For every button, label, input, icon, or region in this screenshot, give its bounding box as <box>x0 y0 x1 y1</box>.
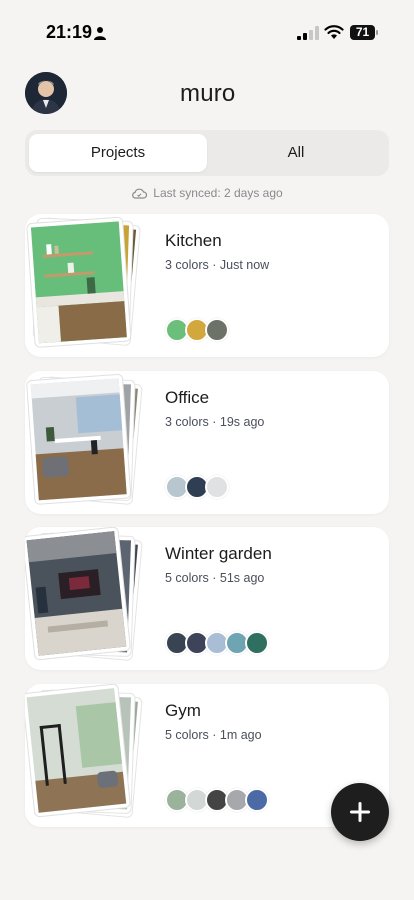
project-meta: 5 colors · 1m ago <box>165 728 262 742</box>
project-name: Gym <box>165 701 201 720</box>
project-card-kitchen[interactable]: Kitchen 3 colors · Just now <box>25 214 389 357</box>
project-name: Kitchen <box>165 231 222 250</box>
project-card-winter-garden[interactable]: Winter garden 5 colors · 51s ago <box>25 527 389 670</box>
project-thumbnail <box>26 216 141 348</box>
app-title: muro <box>180 80 236 107</box>
plus-icon <box>350 802 370 822</box>
wifi-icon <box>324 25 344 39</box>
project-thumbnail <box>25 684 143 818</box>
cellular-signal-icon <box>297 26 319 40</box>
avatar[interactable] <box>25 72 67 114</box>
color-swatch[interactable] <box>245 631 269 655</box>
status-bar: 21:19 71 <box>0 0 414 64</box>
status-time: 21:19 <box>46 22 93 42</box>
view-segmented-control: Projects All <box>25 130 389 176</box>
cloud-sync-icon <box>132 188 148 199</box>
color-swatch[interactable] <box>205 475 229 499</box>
project-card-office[interactable]: Office 3 colors · 19s ago <box>25 371 389 514</box>
project-meta: 5 colors · 51s ago <box>165 571 265 585</box>
project-thumbnail <box>26 373 143 505</box>
add-project-button[interactable] <box>331 783 389 841</box>
person-icon <box>94 27 106 40</box>
color-swatch[interactable] <box>245 788 269 812</box>
project-thumbnail <box>25 527 143 661</box>
project-name: Office <box>165 388 210 407</box>
battery-level: 71 <box>350 25 375 40</box>
project-meta: 3 colors · Just now <box>165 258 270 272</box>
color-swatch[interactable] <box>205 318 229 342</box>
battery-icon: 71 <box>350 25 378 40</box>
project-meta: 3 colors · 19s ago <box>165 415 265 429</box>
tab-all[interactable]: All <box>207 134 385 172</box>
tab-projects[interactable]: Projects <box>29 134 207 172</box>
sync-text: Last synced: 2 days ago <box>153 186 283 200</box>
project-name: Winter garden <box>165 544 272 563</box>
sync-status: Last synced: 2 days ago <box>0 186 414 202</box>
